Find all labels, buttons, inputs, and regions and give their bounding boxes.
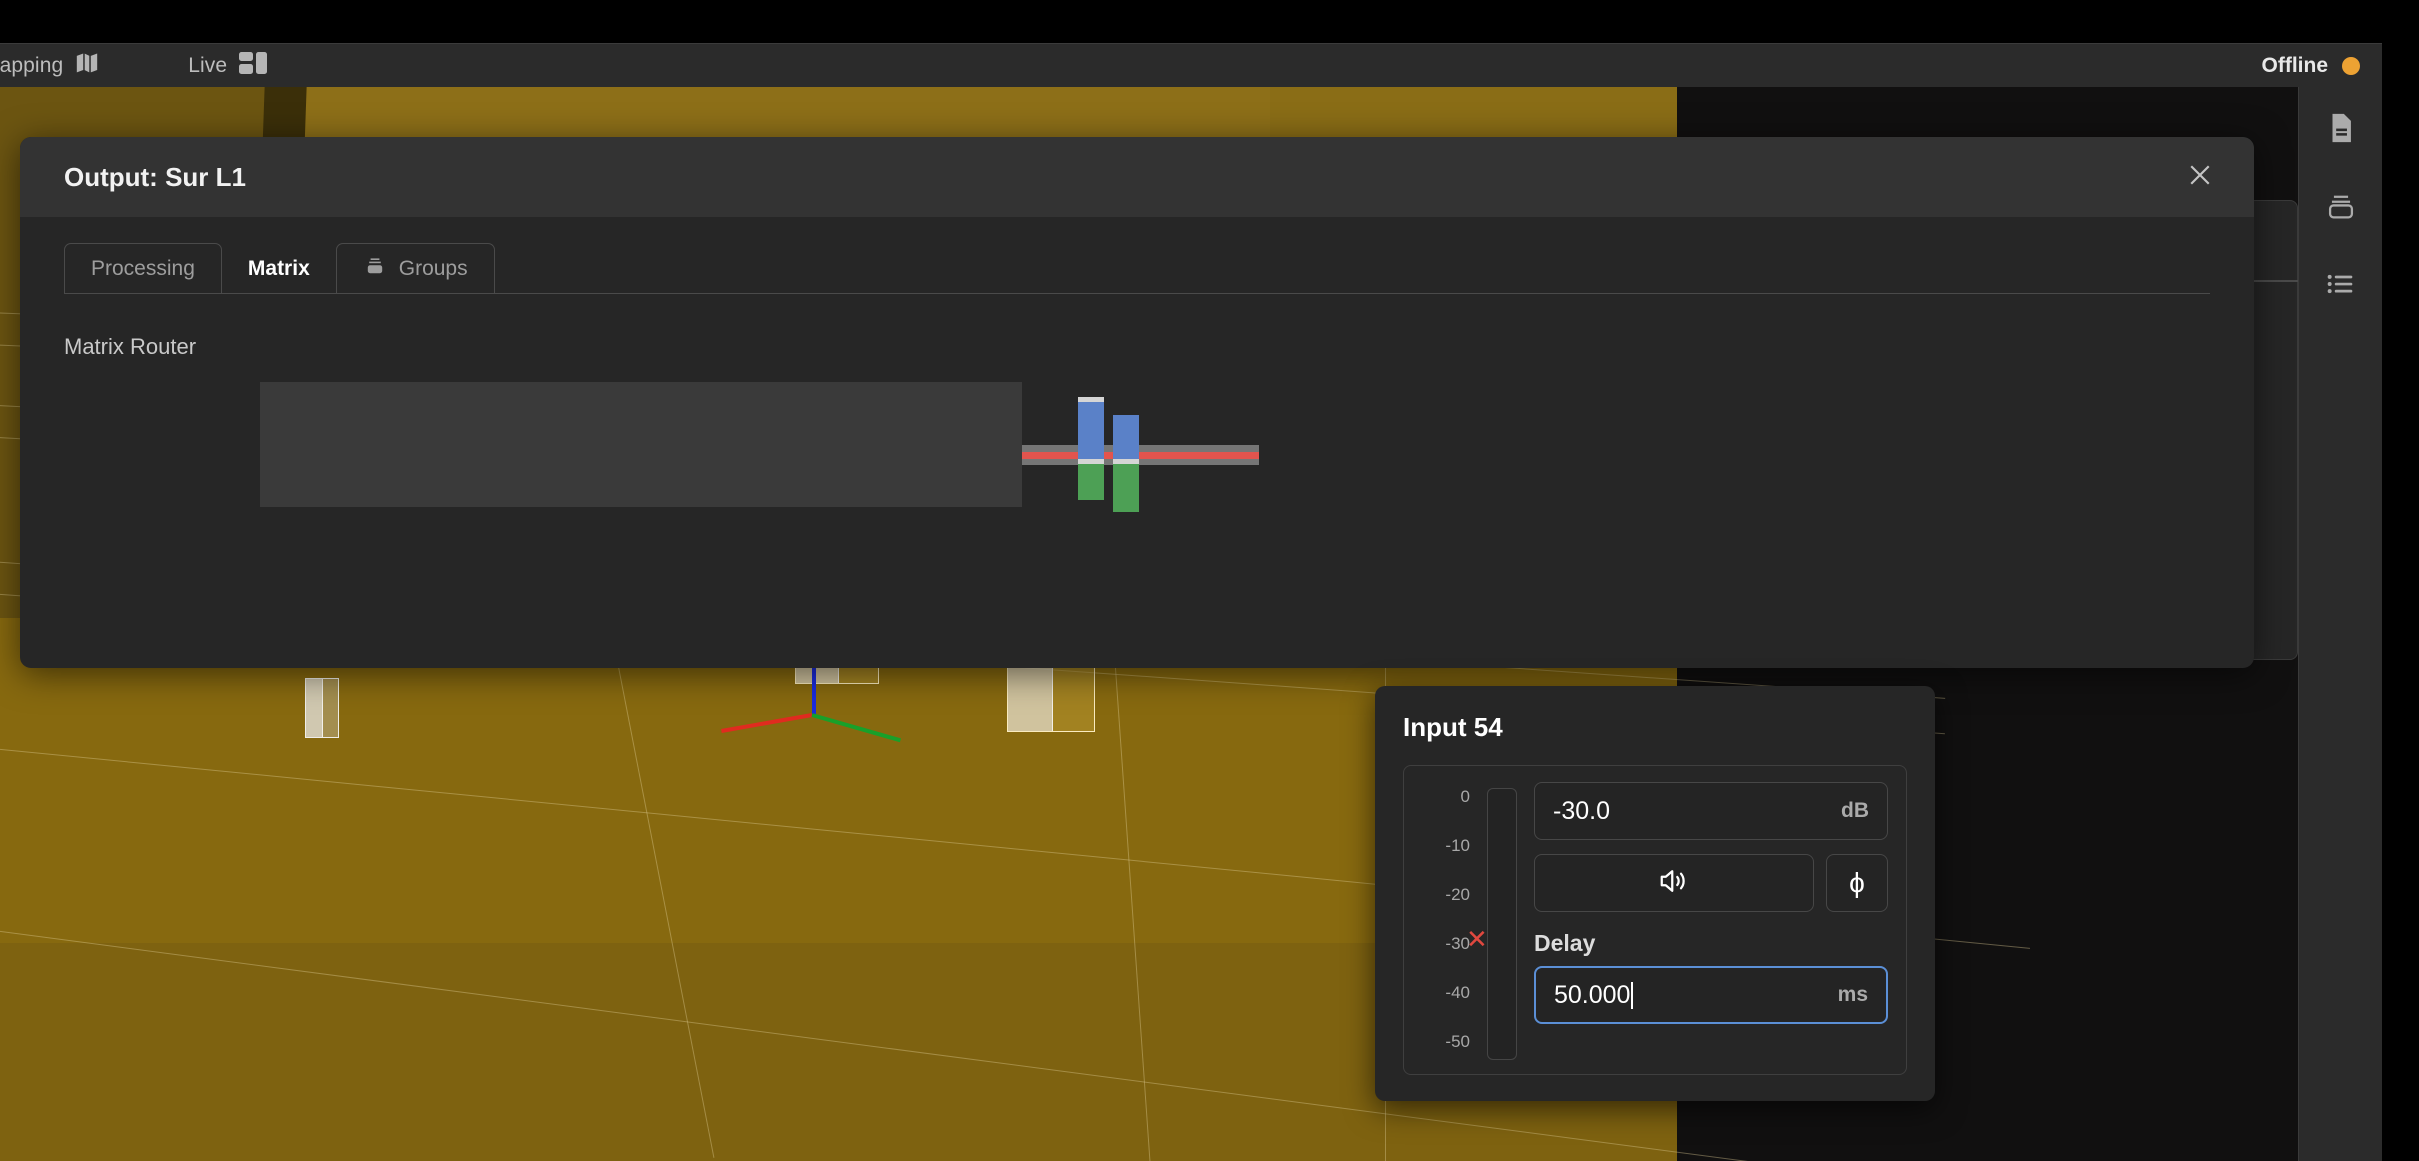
toolbar-status[interactable]: Offline xyxy=(2261,53,2360,78)
matrix-output-bar[interactable] xyxy=(1022,445,1259,465)
map-icon xyxy=(74,50,100,82)
status-dot xyxy=(2342,56,2360,75)
tab-groups[interactable]: Groups xyxy=(335,243,495,293)
level-meter-bar xyxy=(1487,788,1517,1060)
sidebar-item-list[interactable] xyxy=(2318,263,2364,309)
meter-tick: -50 xyxy=(1445,1032,1470,1051)
meter-tick: 0 xyxy=(1460,787,1470,806)
toolbar-live[interactable]: Live xyxy=(188,51,268,81)
matrix-channel-upper xyxy=(1078,402,1104,459)
input-detail-panel: Input 54 0 -10 -20 -30 -40 -50 ✕ -30.0 d… xyxy=(1375,686,1935,1101)
tab-groups-label: Groups xyxy=(398,256,468,280)
matrix-channel-lower xyxy=(1113,464,1139,512)
input-button-row: ϕ xyxy=(1534,854,1888,912)
document-icon xyxy=(2324,111,2358,150)
meter-tick: -40 xyxy=(1445,983,1470,1002)
delay-unit: ms xyxy=(1837,983,1868,1006)
status-label: Offline xyxy=(2261,53,2329,77)
text-caret xyxy=(1631,981,1634,1009)
top-toolbar: Mapping Live Offline xyxy=(0,43,2382,87)
toolbar-mapping[interactable]: Mapping xyxy=(0,50,100,82)
right-sidebar xyxy=(2298,87,2382,1161)
matrix-grid-placeholder[interactable] xyxy=(260,382,1022,507)
toolbar-mapping-label: Mapping xyxy=(0,53,64,77)
speaker-wave-icon xyxy=(1656,866,1692,901)
x-marker-icon: ✕ xyxy=(1466,924,1488,954)
delay-value: 50.000 xyxy=(1554,980,1631,1009)
delay-field[interactable]: 50.000 ms xyxy=(1534,966,1888,1024)
matrix-router-area[interactable] xyxy=(64,382,2210,612)
close-icon xyxy=(2185,160,2215,195)
matrix-channel-upper xyxy=(1113,415,1139,459)
matrix-output-bar-level xyxy=(1022,452,1259,459)
speaker-box[interactable] xyxy=(305,678,339,738)
tab-matrix-label: Matrix xyxy=(247,256,310,280)
dialog-header: Output: Sur L1 xyxy=(20,137,2254,217)
tab-processing[interactable]: Processing xyxy=(64,243,222,293)
output-settings-dialog: Output: Sur L1 Processing Matrix Groups … xyxy=(20,137,2254,668)
list-icon xyxy=(2324,267,2358,306)
input-controls: -30.0 dB ϕ Delay 50.000 ms xyxy=(1534,782,1888,1058)
dialog-tabs: Processing Matrix Groups xyxy=(64,243,2210,294)
tab-matrix[interactable]: Matrix xyxy=(221,243,337,293)
input-panel-title: Input 54 xyxy=(1403,712,1503,742)
meter-tick: -20 xyxy=(1445,885,1470,904)
sidebar-item-documents[interactable] xyxy=(2318,107,2364,153)
app-root: Mapping Live Offline xyxy=(0,0,2419,1161)
dialog-title: Output: Sur L1 xyxy=(64,161,246,192)
screen-right-edge xyxy=(2382,0,2419,1161)
layers-stack-icon xyxy=(2324,189,2358,228)
phase-button[interactable]: ϕ xyxy=(1826,854,1888,912)
dashboard-layout-icon xyxy=(238,51,268,81)
meter-tick: -10 xyxy=(1445,836,1470,855)
sidebar-item-groups[interactable] xyxy=(2318,185,2364,231)
gain-value: -30.0 xyxy=(1553,796,1610,825)
dialog-body: Processing Matrix Groups Matrix Router xyxy=(20,217,2254,668)
meter-scale: 0 -10 -20 -30 -40 -50 xyxy=(1422,782,1470,1058)
delay-label: Delay xyxy=(1534,930,1596,956)
gain-unit: dB xyxy=(1841,799,1869,822)
section-title: Matrix Router xyxy=(64,334,197,359)
matrix-channel-lower xyxy=(1078,464,1104,500)
phase-symbol: ϕ xyxy=(1849,867,1865,898)
gain-field[interactable]: -30.0 dB xyxy=(1534,782,1888,840)
layers-stack-icon xyxy=(363,254,387,284)
mute-button[interactable] xyxy=(1534,854,1814,912)
tab-processing-label: Processing xyxy=(91,256,195,280)
toolbar-live-label: Live xyxy=(188,53,228,77)
close-button[interactable] xyxy=(2174,151,2226,203)
matrix-channel-bar[interactable] xyxy=(1078,397,1104,500)
matrix-channel-bar[interactable] xyxy=(1113,415,1139,512)
input-panel-content: 0 -10 -20 -30 -40 -50 ✕ -30.0 dB ϕ Delay… xyxy=(1403,765,1907,1075)
level-meter[interactable]: ✕ xyxy=(1466,782,1520,1060)
